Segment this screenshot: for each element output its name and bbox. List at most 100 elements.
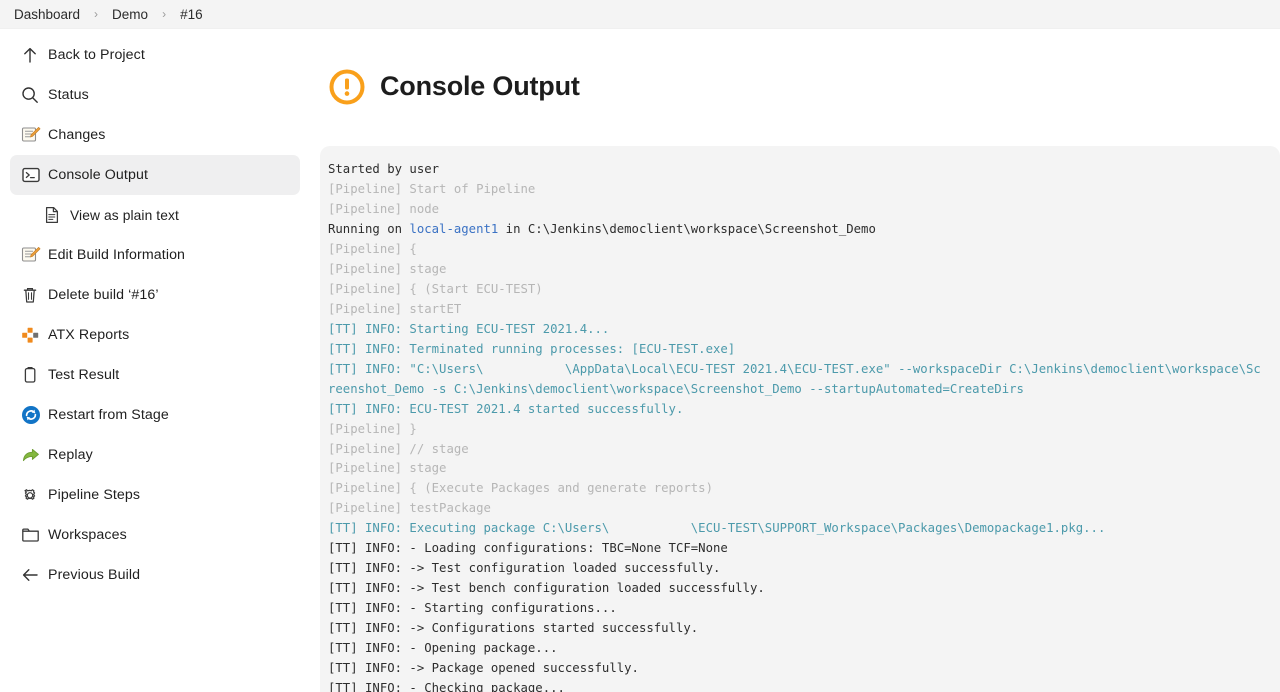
sidebar-item-pipeline-steps[interactable]: Pipeline Steps xyxy=(10,475,300,515)
trash-icon xyxy=(20,285,48,305)
console-line-segment: [TT] INFO: -> Configurations started suc… xyxy=(328,621,699,636)
sidebar-item-label: Status xyxy=(48,87,89,103)
sidebar-item-atx-reports[interactable]: ATX Reports xyxy=(10,315,300,355)
main-content: Console Output Started by user ████████ … xyxy=(310,29,1280,692)
sidebar-item-label: Delete build ‘#16’ xyxy=(48,287,159,303)
console-line-segment: local-agent1 xyxy=(409,222,499,237)
document-icon xyxy=(42,205,70,225)
sidebar: Back to Project Status Changes Console Outp… xyxy=(0,29,310,692)
restart-circle-icon xyxy=(20,404,48,426)
console-line-segment: [TT] INFO: Starting ECU-TEST 2021.4... xyxy=(328,321,610,336)
sidebar-item-changes[interactable]: Changes xyxy=(10,115,300,155)
console-line-segment: [TT] INFO: -> Test bench configuration l… xyxy=(328,581,765,596)
sidebar-item-label: Restart from Stage xyxy=(48,407,169,423)
sidebar-item-label: Replay xyxy=(48,447,93,463)
sidebar-item-test-result[interactable]: Test Result xyxy=(10,355,300,395)
console-line-segment: [TT] INFO: "C:\Users\ xyxy=(328,361,484,376)
sidebar-item-status[interactable]: Status xyxy=(10,75,300,115)
console-line-segment: [Pipeline] Start of Pipeline xyxy=(328,182,536,197)
sidebar-item-edit-build-information[interactable]: Edit Build Information xyxy=(10,235,300,275)
atx-squares-icon xyxy=(20,325,48,345)
console-line-segment: [TT] INFO: ECU-TEST 2021.4 started succe… xyxy=(328,401,684,416)
console-line: [Pipeline] { (Start ECU-TEST) xyxy=(328,280,1264,300)
console-line: [TT] INFO: ECU-TEST 2021.4 started succe… xyxy=(328,400,1264,420)
sidebar-item-label: Console Output xyxy=(48,167,148,183)
console-line-segment: Started by user xyxy=(328,162,447,177)
console-line: [Pipeline] stage xyxy=(328,260,1264,280)
edit-note-icon xyxy=(20,245,48,265)
console-line-segment: [Pipeline] node xyxy=(328,202,440,217)
sidebar-item-label: Changes xyxy=(48,127,106,143)
console-output-panel[interactable]: Started by user ████████ [Pipeline] Star… xyxy=(320,146,1280,692)
sidebar-item-label: Previous Build xyxy=(48,567,141,583)
breadcrumb: Dashboard › Demo › #16 xyxy=(0,0,1280,29)
console-line: Running on local-agent1 in C:\Jenkins\de… xyxy=(328,220,1264,240)
gear-icon xyxy=(20,485,48,505)
console-line: [Pipeline] Start of Pipeline xyxy=(328,180,1264,200)
sidebar-item-view-as-plain-text[interactable]: View as plain text xyxy=(10,195,300,235)
console-line: Started by user ████████ xyxy=(328,160,1264,180)
console-line: [Pipeline] // stage xyxy=(328,440,1264,460)
sidebar-item-label: Pipeline Steps xyxy=(48,487,141,503)
console-line-segment: [Pipeline] startET xyxy=(328,301,462,316)
arrow-up-icon xyxy=(20,45,48,65)
console-line: [TT] INFO: -> Package opened successfull… xyxy=(328,659,1264,679)
console-line: [Pipeline] testPackage xyxy=(328,499,1264,519)
sidebar-item-label: ATX Reports xyxy=(48,327,130,343)
console-line: [TT] INFO: -> Test bench configuration l… xyxy=(328,579,1264,599)
console-line-segment: [TT] INFO: - Starting configurations... xyxy=(328,601,617,616)
console-line-segment: [Pipeline] // stage xyxy=(328,441,469,456)
folder-icon xyxy=(20,525,48,545)
sidebar-item-delete-build-16[interactable]: Delete build ‘#16’ xyxy=(10,275,300,315)
console-line: [TT] INFO: -> Configurations started suc… xyxy=(328,619,1264,639)
sidebar-item-restart-from-stage[interactable]: Restart from Stage xyxy=(10,395,300,435)
console-line-segment: [Pipeline] stage xyxy=(328,261,447,276)
console-line: [Pipeline] { (Execute Packages and gener… xyxy=(328,479,1264,499)
sidebar-item-replay[interactable]: Replay xyxy=(10,435,300,475)
console-line: [Pipeline] } xyxy=(328,420,1264,440)
sidebar-item-label: Back to Project xyxy=(48,47,145,63)
page-body: Back to Project Status Changes Console Outp… xyxy=(0,29,1280,692)
sidebar-item-back-to-project[interactable]: Back to Project xyxy=(10,35,300,75)
console-line-segment: ███████████ xyxy=(483,362,564,376)
console-line-segment: ███████████ xyxy=(609,521,690,535)
console-line: [TT] INFO: - Starting configurations... xyxy=(328,599,1264,619)
console-line-segment: \ECU-TEST\SUPPORT_Workspace\Packages\Dem… xyxy=(690,521,1106,536)
arrow-left-icon xyxy=(20,565,48,585)
breadcrumb-item-dashboard[interactable]: Dashboard xyxy=(8,0,86,29)
console-line: [TT] INFO: Executing package C:\Users\██… xyxy=(328,519,1264,539)
console-line-segment: [TT] INFO: - Checking package... xyxy=(328,680,565,692)
console-line-segment: in C:\Jenkins\democlient\workspace\Scree… xyxy=(498,222,876,237)
console-line-segment: [Pipeline] { (Execute Packages and gener… xyxy=(328,481,713,496)
console-line-segment: [TT] INFO: Terminated running processes:… xyxy=(328,341,736,356)
console-line-segment: [TT] INFO: Executing package C:\Users\ xyxy=(328,521,610,536)
breadcrumb-separator: › xyxy=(94,7,99,21)
console-line-segment: [TT] INFO: -> Test configuration loaded … xyxy=(328,561,721,576)
console-log: Started by user ████████ [Pipeline] Star… xyxy=(328,160,1264,692)
edit-note-icon xyxy=(20,125,48,145)
search-icon xyxy=(20,85,48,105)
console-line: [Pipeline] stage xyxy=(328,459,1264,479)
console-line-segment: [Pipeline] stage xyxy=(328,461,447,476)
page-title: Console Output xyxy=(380,71,580,102)
sidebar-item-label: Workspaces xyxy=(48,527,127,543)
breadcrumb-separator: › xyxy=(162,7,167,21)
sidebar-item-previous-build[interactable]: Previous Build xyxy=(10,555,300,595)
page-header: Console Output xyxy=(320,53,1280,120)
console-line: [TT] INFO: Starting ECU-TEST 2021.4... xyxy=(328,320,1264,340)
console-line-segment: [Pipeline] } xyxy=(328,421,417,436)
console-line-segment: [Pipeline] testPackage xyxy=(328,501,491,516)
console-line: [TT] INFO: "C:\Users\███████████\AppData… xyxy=(328,360,1264,400)
breadcrumb-item-demo[interactable]: Demo xyxy=(106,0,154,29)
console-line-segment: Running on xyxy=(328,222,410,237)
console-line: [TT] INFO: -> Test configuration loaded … xyxy=(328,559,1264,579)
sidebar-item-console-output[interactable]: Console Output xyxy=(10,155,300,195)
sidebar-item-workspaces[interactable]: Workspaces xyxy=(10,515,300,555)
sidebar-item-label: Test Result xyxy=(48,367,120,383)
replay-arrow-icon xyxy=(20,445,48,465)
console-line-segment: [Pipeline] { (Start ECU-TEST) xyxy=(328,281,543,296)
console-line-segment: [TT] INFO: - Loading configurations: TBC… xyxy=(328,541,728,556)
breadcrumb-item-build[interactable]: #16 xyxy=(174,0,209,29)
console-line: [Pipeline] startET xyxy=(328,300,1264,320)
clipboard-icon xyxy=(20,365,48,385)
